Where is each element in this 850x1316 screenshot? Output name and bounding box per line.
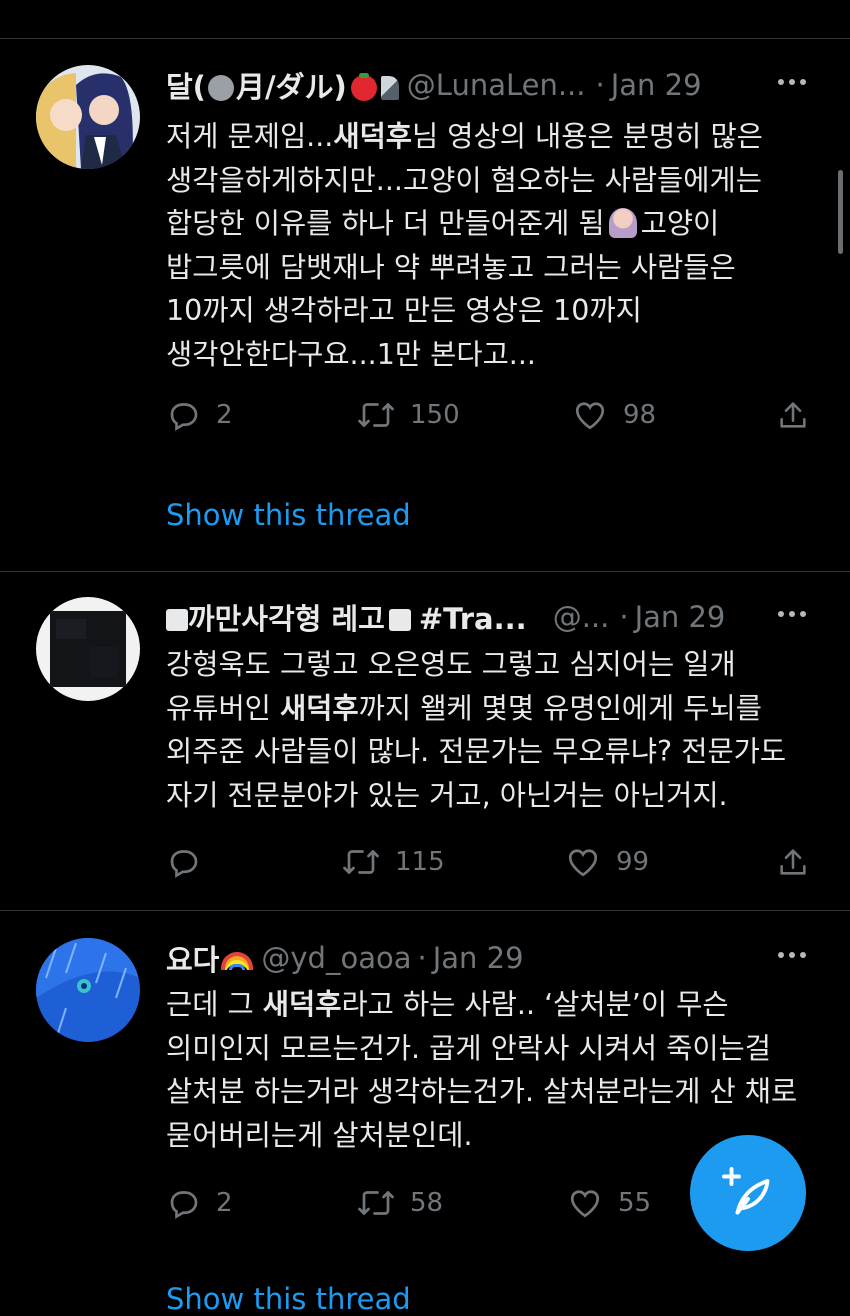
- like-count: 98: [623, 400, 657, 430]
- share-button[interactable]: [776, 844, 810, 880]
- tweet-actions: 2 150 98: [166, 397, 816, 437]
- retweet-count: 150: [410, 400, 460, 430]
- facepalm-emoji-icon: [608, 208, 637, 238]
- tweet-header: 요다 @yd_oaoa · Jan 29: [166, 938, 524, 978]
- retweet-button[interactable]: 58: [356, 1185, 443, 1221]
- scrollbar[interactable]: [838, 170, 843, 254]
- reply-icon: [170, 850, 198, 878]
- timestamp[interactable]: Jan 29: [611, 68, 702, 102]
- reply-count: 2: [216, 400, 233, 430]
- face-emoji-icon: [207, 75, 234, 101]
- divider-1: [0, 571, 850, 572]
- reply-button[interactable]: 2: [166, 1185, 233, 1221]
- tweet-1[interactable]: 달(月/ダル) @LunaLen... · Jan 29 저게 문제임...새덕…: [0, 65, 850, 565]
- retweet-icon: [358, 1191, 394, 1215]
- avatar[interactable]: [36, 65, 140, 169]
- retweet-count: 58: [410, 1188, 444, 1218]
- show-thread-link[interactable]: Show this thread: [166, 1282, 411, 1316]
- avatar[interactable]: [36, 597, 140, 701]
- display-name[interactable]: 요다: [166, 937, 254, 979]
- retweet-icon: [343, 850, 379, 874]
- heart-icon: [575, 402, 605, 430]
- user-handle[interactable]: @yd_oaoa: [261, 941, 411, 975]
- like-button[interactable]: 99: [564, 844, 649, 880]
- tweet-3[interactable]: 요다 @yd_oaoa · Jan 29 근데 그 새덕후라고 하는 사람.. …: [0, 938, 850, 1316]
- tweet-text: 근데 그 새덕후라고 하는 사람.. ‘살처분’이 무슨 의미인지 모르는건가.…: [166, 988, 798, 1152]
- reply-button[interactable]: [166, 844, 216, 880]
- divider-top: [0, 38, 850, 39]
- tweet-text: 저게 문제임...새덕후님 영상의 내용은 분명히 많은 생각을하게하지만...…: [166, 120, 763, 371]
- display-name[interactable]: 까만사각형 레고 #Tra...: [166, 596, 527, 638]
- user-handle[interactable]: @...: [553, 600, 610, 634]
- tweet-actions: 115 99: [166, 844, 816, 884]
- compose-tweet-icon: [722, 1167, 770, 1215]
- reply-icon: [170, 1191, 198, 1219]
- user-handle[interactable]: @LunaLen...: [407, 68, 586, 102]
- more-icon[interactable]: [778, 611, 806, 617]
- avatar[interactable]: [36, 938, 140, 1042]
- retweet-icon: [358, 403, 394, 427]
- animal-emoji-icon: [380, 76, 399, 100]
- tomato-emoji-icon: [350, 73, 377, 101]
- rainbow-emoji-icon: [221, 952, 254, 970]
- heart-icon: [568, 849, 598, 877]
- black-square-emoji-icon: [388, 609, 411, 631]
- compose-tweet-button[interactable]: [690, 1135, 806, 1251]
- timestamp[interactable]: Jan 29: [433, 941, 524, 975]
- heart-icon: [570, 1190, 600, 1218]
- timestamp[interactable]: Jan 29: [635, 600, 726, 634]
- divider-2: [0, 910, 850, 911]
- highlight-keyword: 새덕후: [279, 691, 359, 725]
- like-count: 55: [618, 1188, 652, 1218]
- share-icon: [780, 402, 806, 428]
- highlight-keyword: 새덕후: [333, 120, 413, 153]
- share-button[interactable]: [776, 397, 810, 433]
- show-thread-link[interactable]: Show this thread: [166, 498, 411, 532]
- retweet-count: 115: [395, 847, 445, 877]
- like-button[interactable]: 55: [566, 1185, 651, 1221]
- separator: ·: [619, 600, 629, 634]
- share-icon: [780, 849, 806, 875]
- separator: ·: [417, 941, 427, 975]
- highlight-keyword: 새덕후: [262, 988, 342, 1021]
- like-button[interactable]: 98: [571, 397, 656, 433]
- more-icon[interactable]: [778, 79, 806, 85]
- like-count: 99: [616, 847, 650, 877]
- reply-count: 2: [216, 1188, 233, 1218]
- display-name[interactable]: 달(月/ダル): [166, 64, 399, 106]
- separator: ·: [595, 68, 605, 102]
- tweet-text: 강형욱도 그렇고 오은영도 그렇고 심지어는 일개 유튜버인 새덕후까지 왤케 …: [166, 648, 787, 812]
- retweet-button[interactable]: 115: [341, 844, 445, 880]
- black-square-emoji-icon: [166, 609, 188, 631]
- tweet-header: 달(月/ダル) @LunaLen... · Jan 29: [166, 65, 702, 105]
- reply-icon: [170, 403, 198, 431]
- retweet-button[interactable]: 150: [356, 397, 460, 433]
- reply-button[interactable]: 2: [166, 397, 233, 433]
- tweet-2[interactable]: 까만사각형 레고 #Tra... @... · Jan 29 강형욱도 그렇고 오…: [0, 597, 850, 897]
- more-icon[interactable]: [778, 952, 806, 958]
- tweet-header: 까만사각형 레고 #Tra... @... · Jan 29: [166, 597, 725, 637]
